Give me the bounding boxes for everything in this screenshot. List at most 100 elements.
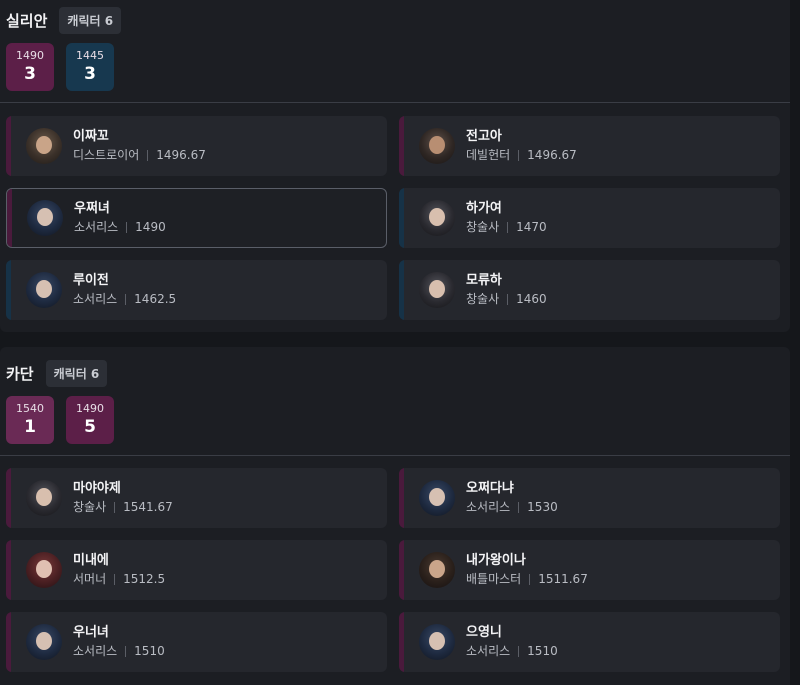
- character-card[interactable]: 우쩌녀소서리스 1490: [6, 188, 387, 248]
- avatar-face: [36, 280, 52, 298]
- character-class: 소서리스: [74, 220, 119, 234]
- level-tier-bar: [399, 260, 404, 320]
- character-info: 이짜꼬디스트로이어 1496.67: [73, 128, 206, 164]
- separator: [507, 221, 509, 233]
- character-count-badge: 캐릭터 6: [45, 360, 108, 387]
- avatar-face: [36, 560, 52, 578]
- stat-count: 1: [24, 417, 36, 437]
- character-info: 전고아 데빌헌터 1496.67: [466, 128, 577, 164]
- avatar-face: [429, 208, 445, 226]
- character-card[interactable]: 으영니소서리스 1510: [399, 612, 780, 672]
- character-class: 창술사: [466, 220, 500, 234]
- level-stat-badge: 1490 3: [6, 43, 54, 91]
- character-avatar: [419, 480, 455, 516]
- character-card[interactable]: 하가여창술사 1470: [399, 188, 780, 248]
- character-name: 하가여: [466, 201, 502, 216]
- item-level: 1462.5: [134, 292, 177, 306]
- avatar-face: [36, 136, 52, 154]
- character-meta: 데빌헌터 1496.67: [466, 146, 577, 164]
- item-level: 1496.67: [156, 148, 206, 162]
- character-card[interactable]: 루이전소서리스 1462.5: [6, 260, 387, 320]
- character-grid: 마야야제 창술사 1541.67 오쩌다냐 소서리스 1530 미내에 서머너 1512.5 내가…: [6, 468, 780, 672]
- level-tier-bar: [6, 260, 11, 320]
- character-card[interactable]: 전고아 데빌헌터 1496.67: [399, 116, 780, 176]
- separator: [518, 149, 520, 161]
- item-level: 1512.5: [123, 572, 166, 586]
- character-avatar: [26, 272, 62, 308]
- level-tier-bar: [7, 189, 12, 247]
- server-section-kadan: 카단 캐릭터 6 1540 1 1490 5 마야야제 창술사 1541.67 오쩌다…: [0, 347, 790, 685]
- character-card[interactable]: 미내에 서머너 1512.5: [6, 540, 387, 600]
- level-tier-bar: [399, 468, 404, 528]
- character-class: 데빌헌터: [466, 148, 511, 162]
- level-tier-bar: [6, 116, 11, 176]
- avatar-face: [37, 208, 53, 226]
- character-name: 오쩌다냐: [466, 481, 514, 496]
- separator: [114, 573, 116, 585]
- character-class: 소서리스: [466, 500, 511, 514]
- level-stats: 1490 3 1445 3: [6, 43, 114, 91]
- avatar-face: [36, 488, 52, 506]
- character-card[interactable]: 마야야제 창술사 1541.67: [6, 468, 387, 528]
- separator: [518, 645, 520, 657]
- character-name: 루이전: [73, 273, 109, 288]
- character-info: 내가왕이나 배틀마스터 1511.67: [466, 552, 588, 588]
- character-card[interactable]: 우너녀소서리스 1510: [6, 612, 387, 672]
- stat-count: 3: [24, 64, 36, 84]
- character-meta: 소서리스 1462.5: [73, 290, 176, 308]
- character-avatar: [26, 624, 62, 660]
- character-class: 디스트로이어: [73, 148, 140, 162]
- character-card[interactable]: 오쩌다냐소서리스 1530: [399, 468, 780, 528]
- item-level: 1511.67: [538, 572, 588, 586]
- avatar-face: [429, 136, 445, 154]
- character-meta: 디스트로이어 1496.67: [73, 146, 206, 164]
- character-info: 우쩌녀소서리스 1490: [74, 200, 166, 236]
- separator: [125, 293, 127, 305]
- character-class: 소서리스: [466, 644, 511, 658]
- character-info: 으영니소서리스 1510: [466, 624, 558, 660]
- character-avatar: [27, 200, 63, 236]
- level-tier-bar: [6, 540, 11, 600]
- item-level: 1530: [527, 500, 558, 514]
- level-stat-badge: 1445 3: [66, 43, 114, 91]
- character-avatar: [26, 480, 62, 516]
- character-class: 배틀마스터: [466, 572, 522, 586]
- character-name: 으영니: [466, 625, 502, 640]
- character-info: 미내에 서머너 1512.5: [73, 552, 165, 588]
- character-count-badge: 캐릭터 6: [59, 7, 122, 34]
- character-name: 우쩌녀: [74, 201, 110, 216]
- item-level: 1470: [516, 220, 547, 234]
- server-header: 카단 캐릭터 6: [6, 360, 108, 387]
- character-avatar: [26, 128, 62, 164]
- character-info: 루이전소서리스 1462.5: [73, 272, 176, 308]
- separator: [114, 501, 116, 513]
- character-card[interactable]: 모류하창술사 1460: [399, 260, 780, 320]
- stat-level: 1490: [76, 402, 104, 415]
- character-info: 하가여창술사 1470: [466, 200, 547, 236]
- character-name: 모류하: [466, 273, 502, 288]
- separator: [507, 293, 509, 305]
- separator: [147, 149, 149, 161]
- character-avatar: [26, 552, 62, 588]
- character-class: 소서리스: [73, 292, 118, 306]
- character-meta: 창술사 1460: [466, 290, 547, 308]
- character-card[interactable]: 이짜꼬디스트로이어 1496.67: [6, 116, 387, 176]
- avatar-face: [429, 280, 445, 298]
- separator: [126, 221, 128, 233]
- character-meta: 서머너 1512.5: [73, 570, 165, 588]
- level-stat-badge: 1490 5: [66, 396, 114, 444]
- stat-count: 5: [84, 417, 96, 437]
- character-name: 우너녀: [73, 625, 109, 640]
- character-meta: 소서리스 1510: [73, 642, 165, 660]
- item-level: 1541.67: [123, 500, 173, 514]
- avatar-face: [429, 560, 445, 578]
- character-card[interactable]: 내가왕이나 배틀마스터 1511.67: [399, 540, 780, 600]
- item-level: 1490: [135, 220, 166, 234]
- character-info: 모류하창술사 1460: [466, 272, 547, 308]
- character-name: 이짜꼬: [73, 129, 109, 144]
- stat-level: 1540: [16, 402, 44, 415]
- level-stats: 1540 1 1490 5: [6, 396, 114, 444]
- item-level: 1510: [527, 644, 558, 658]
- character-avatar: [419, 624, 455, 660]
- item-level: 1460: [516, 292, 547, 306]
